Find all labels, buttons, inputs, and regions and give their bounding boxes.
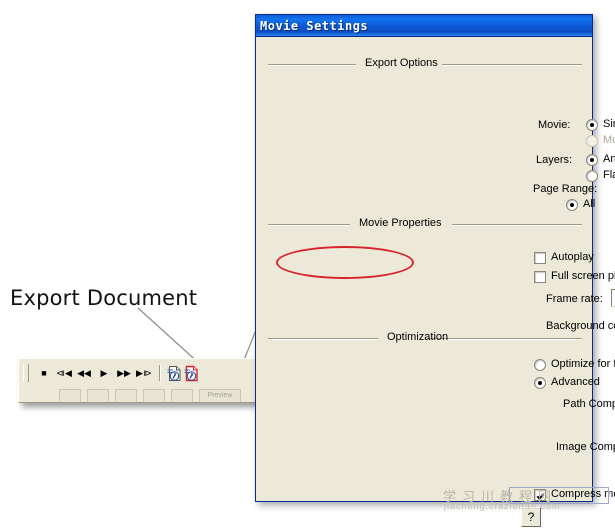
toolbar2-item[interactable] <box>115 389 137 403</box>
last-frame-button[interactable]: ▶⧐ <box>134 364 154 383</box>
movie-single-label: Single <box>603 118 615 130</box>
toolbar2-status: Preview <box>199 389 241 403</box>
dialog-title: Movie Settings <box>260 18 369 33</box>
export-preview-icon[interactable] <box>166 365 183 382</box>
optimization-group: Optimization <box>268 331 582 479</box>
toolbar2-item[interactable] <box>59 389 81 403</box>
autoplay-label: Autoplay <box>551 251 594 263</box>
autoplay-checkbox[interactable] <box>534 252 546 264</box>
frame-rate-label: Frame rate: <box>546 293 603 305</box>
movie-multiple-radio[interactable] <box>586 135 598 147</box>
full-screen-playback-label: Full screen playback <box>551 270 615 282</box>
path-compression-label: Path Compression: <box>563 398 615 410</box>
toolbar2-item[interactable] <box>171 389 193 403</box>
toolbar-button-row: ■ ⧏◀ ◀◀ ▶ ▶▶ ▶⧐ <box>23 362 200 384</box>
optimize-advanced-radio[interactable] <box>534 377 546 389</box>
annotation-label: Export Document <box>10 286 198 310</box>
dialog-body: Export Options Movie: Single Multiple La… <box>256 37 615 527</box>
toolbar-grip[interactable] <box>23 364 29 382</box>
full-screen-playback-checkbox[interactable] <box>534 271 546 283</box>
background-color-label: Background color: <box>546 320 615 332</box>
optimize-advanced-label: Advanced <box>551 376 600 388</box>
fast-forward-button[interactable]: ▶▶ <box>114 364 134 383</box>
optimize-file-size-label: Optimize for file size <box>551 358 615 370</box>
movie-settings-dialog: Movie Settings Export Options Movie: Sin… <box>255 14 615 527</box>
dialog-titlebar[interactable]: Movie Settings <box>256 15 592 37</box>
movie-label: Movie: <box>538 119 571 131</box>
toolbar-separator <box>159 365 161 381</box>
help-button[interactable]: ? <box>521 507 541 527</box>
layers-flatten-radio[interactable] <box>586 170 598 182</box>
rewind-button[interactable]: ◀◀ <box>74 364 94 383</box>
page-range-label: Page Range: <box>533 183 598 195</box>
playback-toolbar: ■ ⧏◀ ◀◀ ▶ ▶▶ ▶⧐ Preview <box>18 358 266 403</box>
compress-movie-checkbox[interactable] <box>534 489 546 501</box>
layers-label: Layers: <box>536 154 573 166</box>
export-options-group: Export Options <box>268 57 582 183</box>
movie-properties-legend: Movie Properties <box>359 217 442 229</box>
page-range-all-label: All <box>583 198 596 210</box>
optimization-legend: Optimization <box>387 331 449 343</box>
export-document-icon[interactable] <box>183 365 200 382</box>
layers-flatten-label: Flatten <box>603 169 615 181</box>
compress-movie-label: Compress movie <box>551 488 615 500</box>
stop-button[interactable]: ■ <box>34 364 54 383</box>
movie-multiple-label: Multiple <box>603 134 615 146</box>
watermark-url-text: jiacheng.cfaziditan.com <box>444 501 561 511</box>
secondary-toolbar-row: Preview <box>59 389 241 403</box>
layers-animate-radio[interactable] <box>586 154 598 166</box>
export-options-legend: Export Options <box>365 57 438 69</box>
toolbar2-item[interactable] <box>143 389 165 403</box>
first-frame-button[interactable]: ⧏◀ <box>54 364 74 383</box>
toolbar2-item[interactable] <box>87 389 109 403</box>
image-compression-label: Image Compression: <box>556 441 615 453</box>
frame-rate-input[interactable]: 12 <box>611 289 615 307</box>
page-range-all-radio[interactable] <box>566 199 578 211</box>
play-button[interactable]: ▶ <box>94 364 114 383</box>
layers-animate-label: Animate <box>603 153 615 165</box>
optimize-file-size-radio[interactable] <box>534 359 546 371</box>
movie-single-radio[interactable] <box>586 119 598 131</box>
